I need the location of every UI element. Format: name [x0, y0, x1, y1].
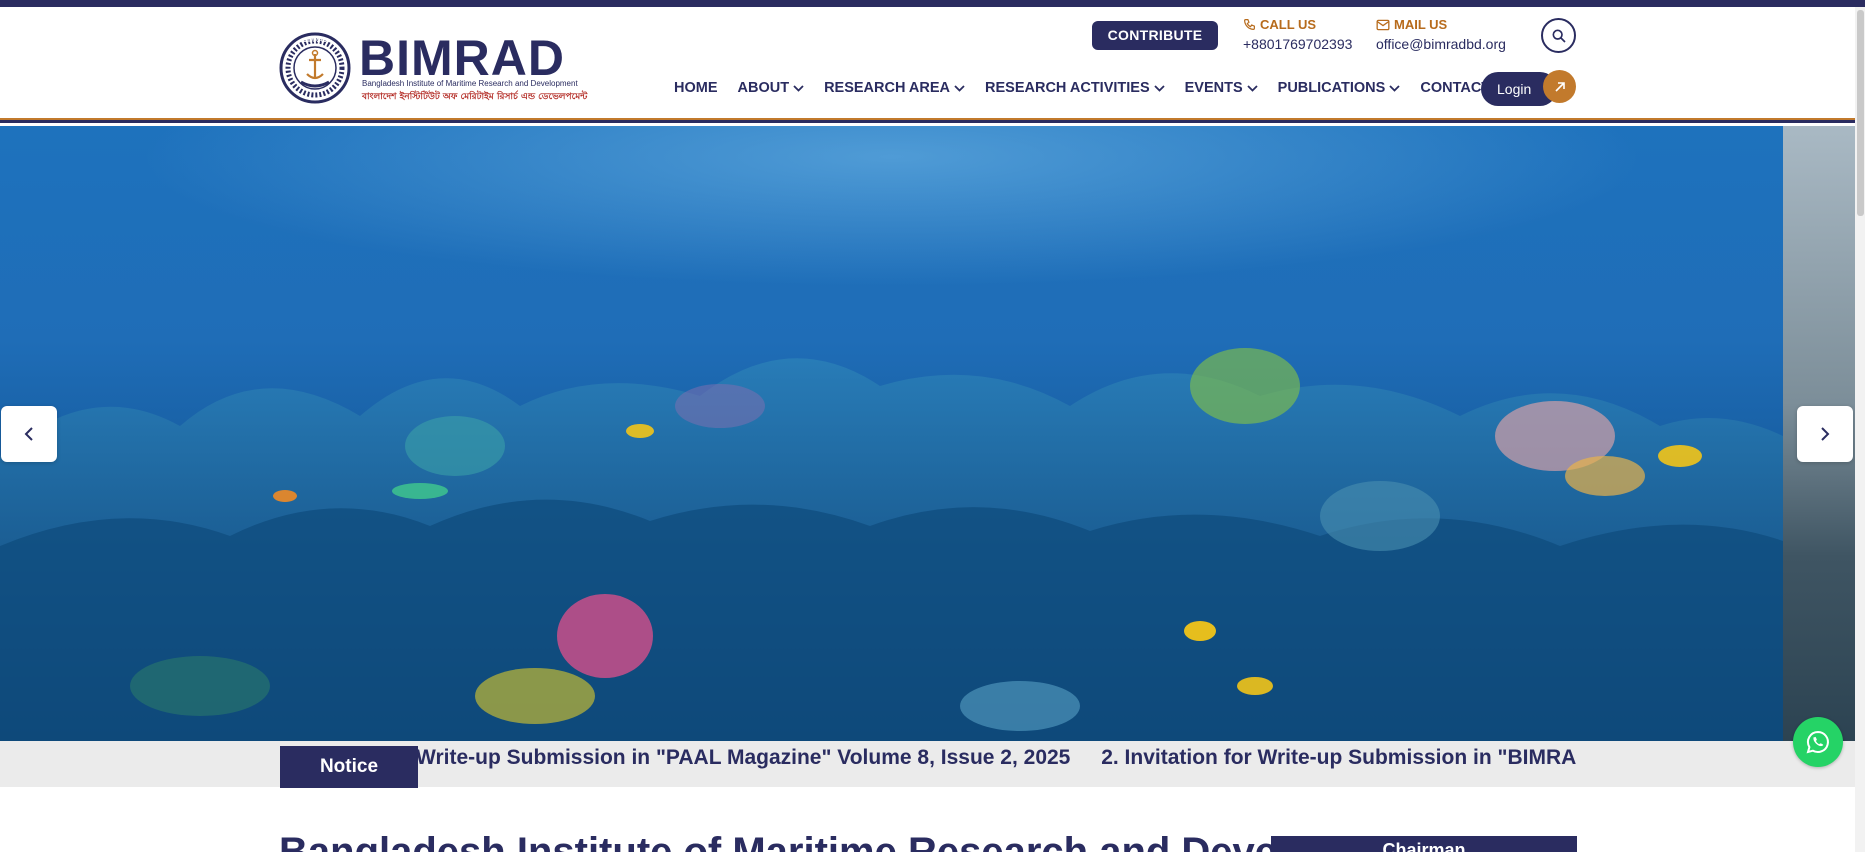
site-logo[interactable]: BIMRAD BIMRAD Bangladesh Institute of Ma… — [279, 30, 587, 105]
mail-us-label: MAIL US — [1394, 17, 1448, 32]
chairman-tab[interactable]: Chairman — [1271, 836, 1577, 852]
phone-icon — [1244, 19, 1255, 30]
slider-prev-button[interactable] — [1, 406, 57, 462]
chevron-down-icon — [1154, 84, 1165, 92]
nav-about[interactable]: ABOUT — [738, 80, 805, 96]
chevron-left-icon — [24, 427, 33, 441]
about-heading: Bangladesh Institute of Maritime Researc… — [279, 830, 1433, 852]
notice-label: Notice — [280, 746, 418, 788]
logo-seal-icon: BIMRAD — [279, 32, 351, 104]
nav-home[interactable]: HOME — [674, 80, 718, 96]
mail-us-address: office@bimradbd.org — [1376, 36, 1506, 52]
page-scrollbar-thumb[interactable] — [1857, 10, 1864, 216]
logo-subtitle-en: Bangladesh Institute of Maritime Researc… — [362, 79, 578, 88]
chevron-right-icon — [1821, 427, 1830, 441]
notice-item[interactable]: 2. Invitation for Write-up Submission in… — [1101, 746, 1576, 769]
header-divider — [0, 118, 1855, 123]
logo-subtitle-bn: বাংলাদেশ ইনস্টিটিউট অফ মেরিটাইম রিসার্চ … — [362, 92, 588, 102]
call-us-label: CALL US — [1260, 17, 1317, 32]
nav-publications[interactable]: PUBLICATIONS — [1278, 80, 1401, 96]
search-button[interactable] — [1541, 18, 1576, 53]
call-us-number: +8801769702393 — [1243, 36, 1353, 52]
chevron-down-icon — [793, 84, 804, 92]
whatsapp-icon — [1806, 730, 1829, 754]
search-icon — [1552, 29, 1566, 43]
contribute-button[interactable]: CONTRIBUTE — [1092, 21, 1218, 50]
notice-item[interactable]: Write-up Submission in "PAAL Magazine" V… — [418, 746, 1070, 769]
nav-events[interactable]: EVENTS — [1185, 80, 1258, 96]
mail-us-block[interactable]: MAIL US office@bimradbd.org — [1376, 17, 1506, 52]
call-us-block[interactable]: CALL US +8801769702393 — [1243, 17, 1352, 52]
hero-slider[interactable] — [0, 126, 1783, 741]
arrow-up-right-icon — [1554, 81, 1565, 92]
nav-research-activities[interactable]: RESEARCH ACTIVITIES — [985, 80, 1165, 96]
svg-text:BIMRAD: BIMRAD — [303, 38, 328, 44]
top-accent-bar — [0, 0, 1865, 7]
nav-research-area[interactable]: RESEARCH AREA — [824, 80, 965, 96]
mail-icon — [1376, 19, 1390, 30]
chevron-down-icon — [1247, 84, 1258, 92]
slider-next-button[interactable] — [1797, 406, 1853, 462]
chevron-down-icon — [1389, 84, 1400, 92]
coral-reef-image — [0, 348, 1783, 741]
whatsapp-button[interactable] — [1793, 717, 1843, 767]
login-arrow-button[interactable] — [1543, 70, 1576, 103]
chevron-down-icon — [954, 84, 965, 92]
notice-track: Write-up Submission in "PAAL Magazine" V… — [418, 746, 1576, 788]
main-nav: HOME ABOUT RESEARCH AREA RESEARCH ACTIVI… — [674, 80, 1525, 96]
